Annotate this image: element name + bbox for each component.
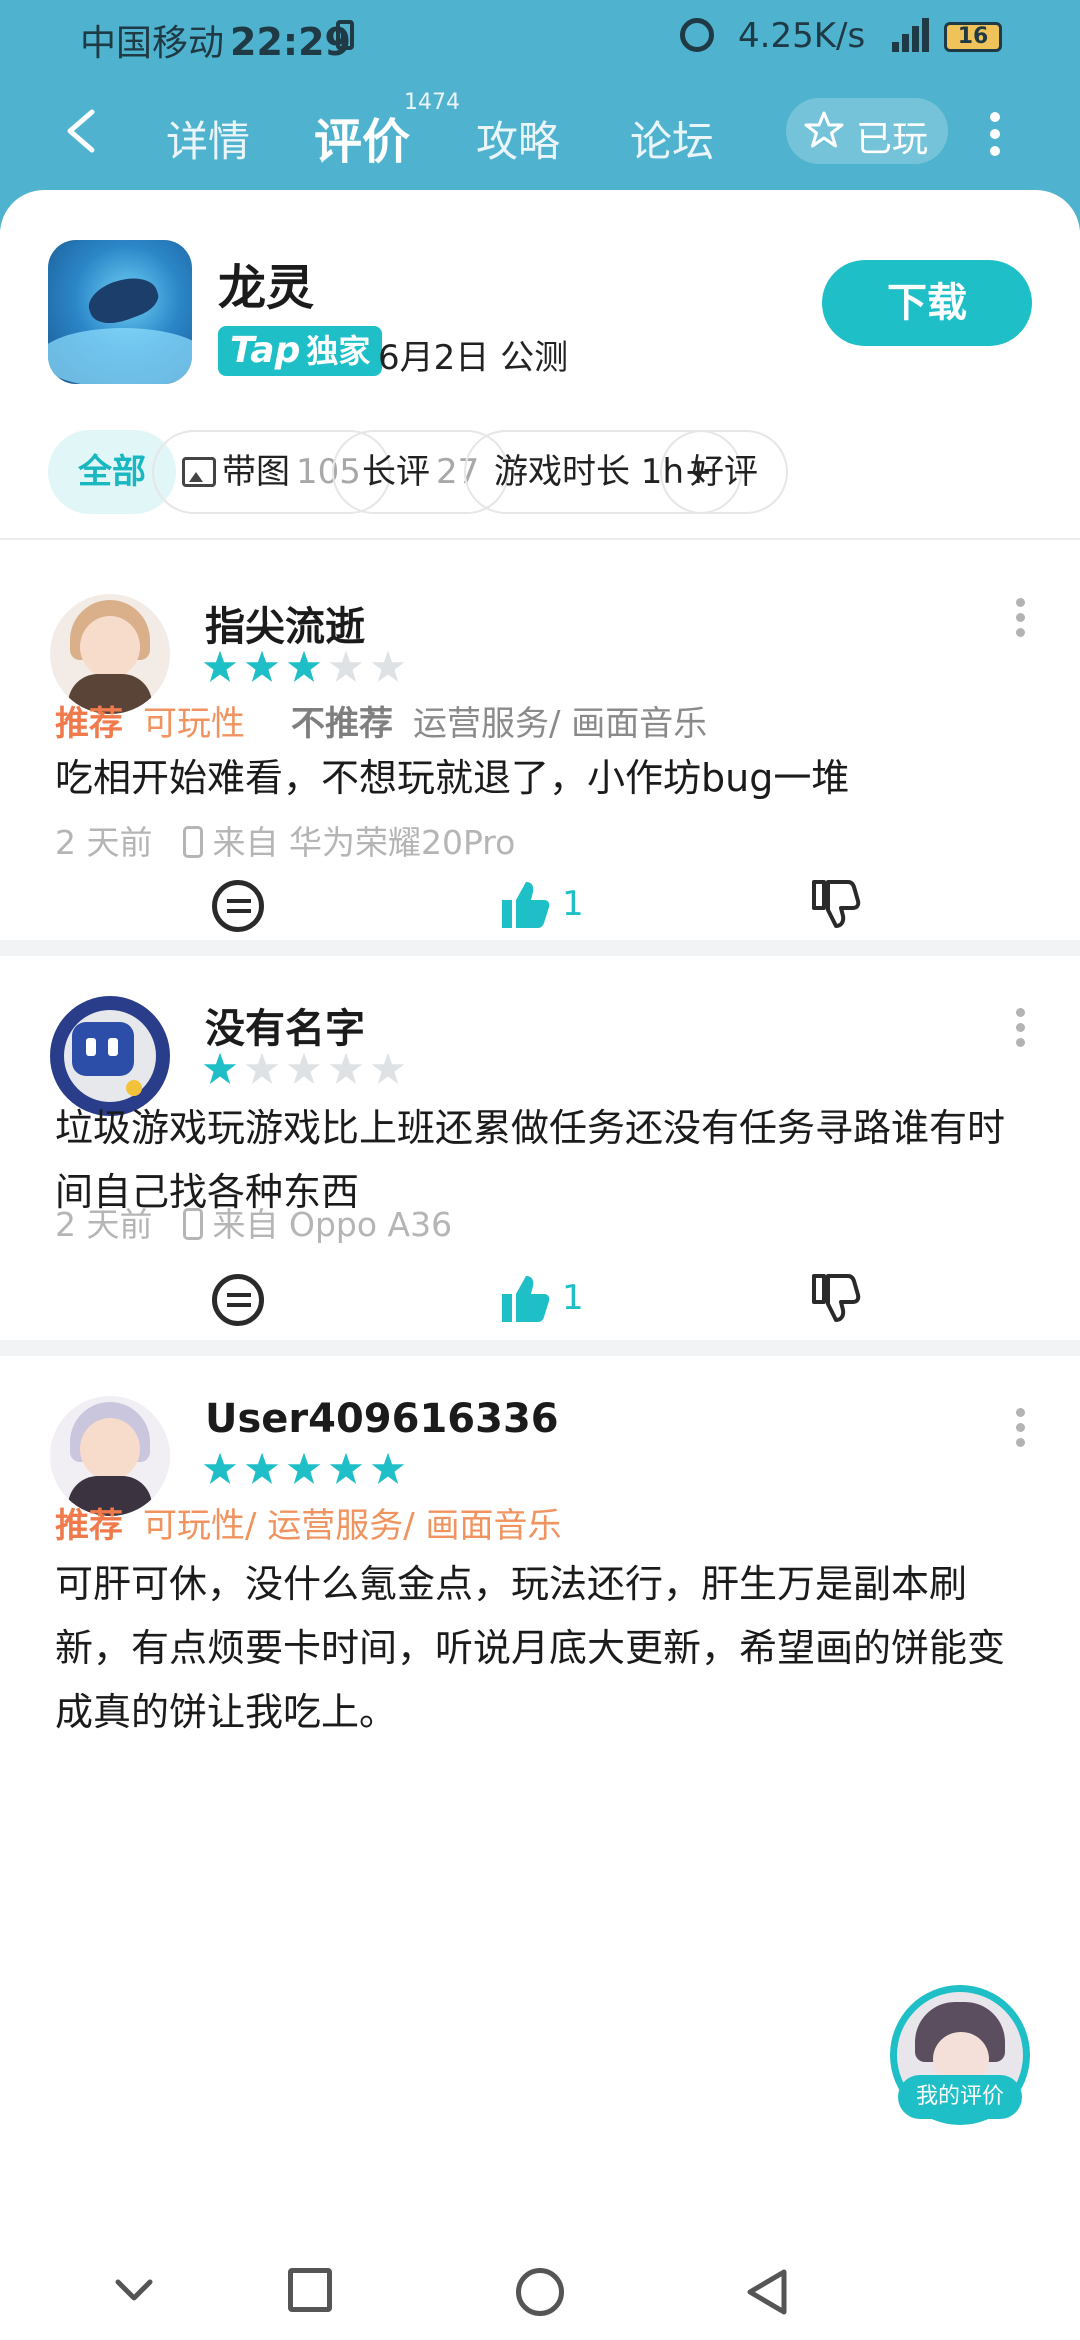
review-more-icon[interactable] — [1016, 1008, 1026, 1048]
signal-icon — [882, 16, 930, 52]
battery-icon: 16 — [944, 22, 1002, 52]
star-filled-icon — [371, 1452, 405, 1484]
review-username[interactable]: 没有名字 — [205, 996, 365, 1054]
played-button[interactable]: 已玩 — [786, 98, 948, 164]
recommend-items: 可玩性 — [143, 704, 245, 744]
star-rating — [203, 650, 413, 684]
separator — [0, 940, 1080, 956]
back-arrow-icon[interactable] — [62, 108, 98, 154]
review-tags: 推荐 可玩性/ 运营服务/ 画面音乐 — [55, 1498, 608, 1547]
review-username[interactable]: 指尖流逝 — [205, 594, 365, 652]
system-nav-bar — [0, 2232, 1080, 2340]
recommend-label: 推荐 — [55, 1506, 123, 1546]
star-filled-icon — [245, 650, 279, 682]
dislike-icon[interactable] — [808, 878, 862, 932]
like-count: 1 — [562, 884, 584, 924]
game-icon[interactable] — [48, 240, 192, 384]
review-meta: 2 天前 来自 华为荣耀20Pro — [55, 823, 516, 862]
home-icon[interactable] — [516, 2268, 564, 2316]
game-info: 龙灵 Tap 独家 6月2日 公测 下载 — [48, 240, 1038, 390]
review-tags: 推荐 可玩性 不推荐 运营服务/ 画面音乐 — [55, 696, 707, 745]
star-filled-icon — [287, 650, 321, 682]
release-date: 6月2日 公测 — [378, 338, 569, 378]
back-triangle-icon[interactable] — [744, 2268, 790, 2316]
alarm-icon — [680, 18, 714, 52]
clock: 22:29 — [230, 20, 351, 64]
review-content[interactable]: 可肝可休，没什么氪金点，玩法还行，肝生万是副本刷新，有点烦要卡时间，听说月底大更… — [55, 1552, 1035, 1744]
star-filled-icon — [203, 1452, 237, 1484]
carrier-name: 中国移动 — [80, 23, 225, 64]
review-more-icon[interactable] — [1016, 598, 1026, 638]
net-speed: 4.25K/s — [738, 16, 866, 56]
review-card: 没有名字 垃圾游戏玩游戏比上班还累做任务还没有任务寻路谁有时间自己找各种东西 2… — [0, 956, 1080, 1340]
review-actions: 1 — [0, 1272, 1080, 1332]
more-menu-icon[interactable] — [990, 112, 1002, 158]
image-icon — [182, 457, 216, 487]
star-empty-icon — [245, 1052, 279, 1084]
recommend-label: 推荐 — [55, 704, 123, 744]
filter-chips: 全部 带图 105 长评 27 游戏时长 1h+ 好评 — [48, 430, 1080, 514]
like-icon[interactable] — [498, 1272, 552, 1326]
comment-icon[interactable] — [212, 880, 264, 932]
my-review-button[interactable]: 我的评价 — [890, 1985, 1030, 2125]
not-recommend-items: 运营服务/ 画面音乐 — [413, 704, 708, 744]
my-review-label: 我的评价 — [898, 2075, 1022, 2119]
star-outline-icon — [804, 111, 844, 148]
review-card: 指尖流逝 推荐 可玩性 不推荐 运营服务/ 画面音乐 吃相开始难看，不想玩就退了，小作… — [0, 540, 1080, 940]
tap-exclusive-badge: Tap 独家 — [218, 326, 383, 376]
star-filled-icon — [245, 1452, 279, 1484]
star-empty-icon — [371, 1052, 405, 1084]
review-card: User409616336 推荐 可玩性/ 运营服务/ 画面音乐 可肝可休，没什么… — [0, 1356, 1080, 2256]
not-recommend-label: 不推荐 — [291, 704, 393, 744]
star-rating — [203, 1452, 413, 1486]
nav-bar: 详情 评价 1474 攻略 论坛 已玩 — [0, 90, 1080, 180]
recommend-items: 可玩性/ 运营服务/ 画面音乐 — [143, 1506, 562, 1546]
star-filled-icon — [287, 1452, 321, 1484]
review-meta: 2 天前 来自 Oppo A36 — [55, 1205, 453, 1244]
sim-icon — [336, 20, 354, 50]
tab-forum[interactable]: 论坛 — [630, 108, 714, 169]
tab-guides[interactable]: 攻略 — [476, 108, 560, 169]
review-more-icon[interactable] — [1016, 1408, 1026, 1448]
star-empty-icon — [371, 650, 405, 682]
star-empty-icon — [329, 650, 363, 682]
carrier-time: 中国移动 22:29 — [80, 14, 351, 66]
star-filled-icon — [203, 1052, 237, 1084]
status-bar: 中国移动 22:29 4.25K/s 16 — [0, 0, 1080, 72]
dislike-icon[interactable] — [808, 1272, 862, 1326]
star-filled-icon — [203, 650, 237, 682]
star-empty-icon — [329, 1052, 363, 1084]
comment-icon[interactable] — [212, 1274, 264, 1326]
filter-positive[interactable]: 好评 — [660, 430, 788, 514]
phone-icon — [182, 826, 203, 858]
review-count: 1474 — [404, 90, 460, 115]
separator — [0, 1340, 1080, 1356]
tab-details[interactable]: 详情 — [166, 108, 250, 169]
tab-reviews[interactable]: 评价 — [314, 102, 410, 172]
phone-icon — [182, 1208, 203, 1240]
star-rating — [203, 1052, 413, 1086]
star-filled-icon — [329, 1452, 363, 1484]
download-button[interactable]: 下载 — [822, 260, 1032, 346]
like-count: 1 — [562, 1278, 584, 1318]
review-actions: 1 — [0, 878, 1080, 938]
review-username[interactable]: User409616336 — [205, 1396, 559, 1442]
recent-apps-icon[interactable] — [288, 2268, 332, 2312]
star-empty-icon — [287, 1052, 321, 1084]
played-label: 已玩 — [856, 119, 929, 160]
game-name: 龙灵 — [218, 260, 315, 316]
chevron-down-icon[interactable] — [112, 2268, 156, 2312]
review-content[interactable]: 吃相开始难看，不想玩就退了，小作坊bug一堆 — [55, 746, 1035, 810]
like-icon[interactable] — [498, 878, 552, 932]
